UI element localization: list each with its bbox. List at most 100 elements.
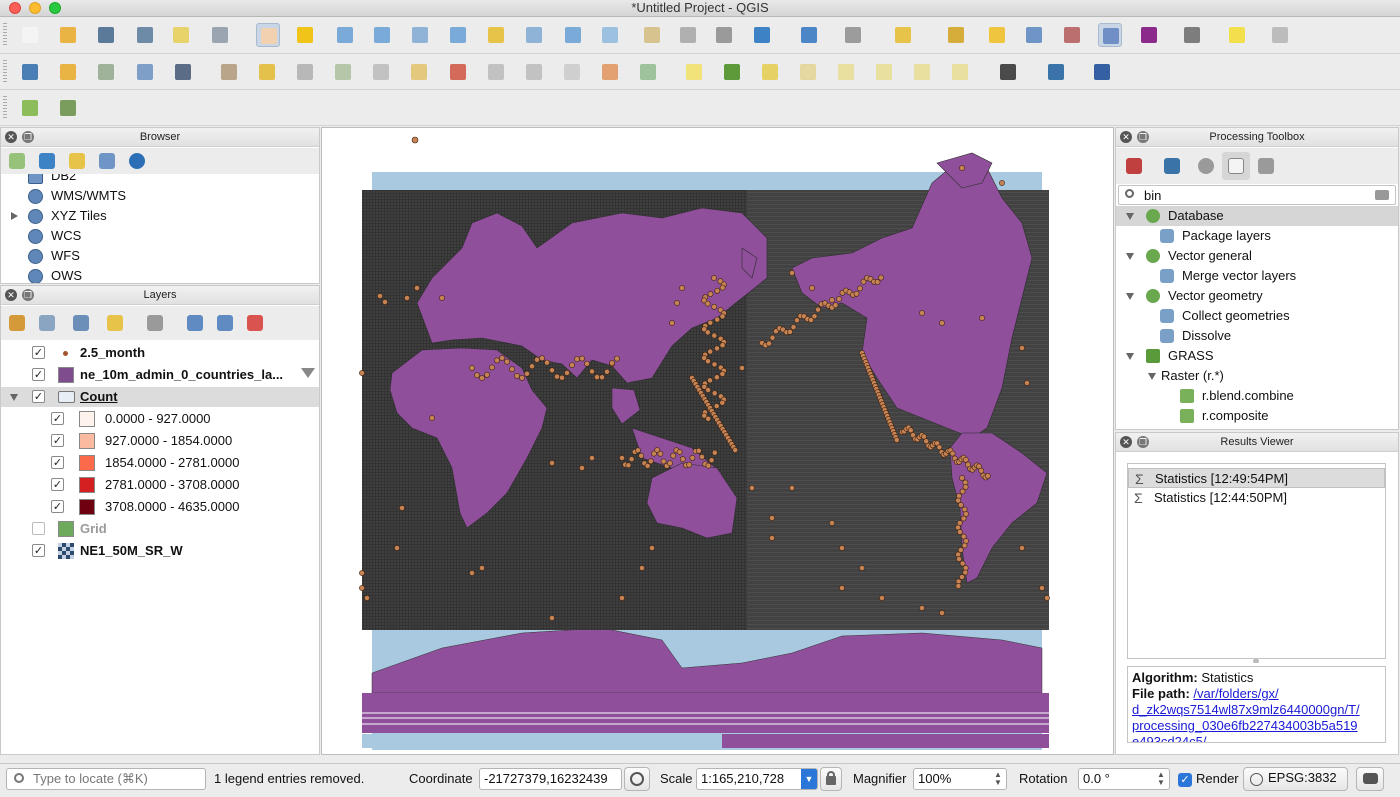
change-label-icon[interactable] (948, 60, 972, 84)
add-selected-layers-icon[interactable] (9, 153, 25, 169)
browser-item[interactable]: WMS/WMTS (1, 186, 319, 206)
toggle-extent-button[interactable] (624, 767, 650, 791)
processing-tree-item[interactable]: Package layers (1116, 226, 1398, 246)
close-panel-icon[interactable]: ✕ (5, 131, 17, 143)
identify-icon[interactable] (797, 23, 821, 47)
processing-tree-item[interactable]: r.composite (1116, 406, 1398, 426)
move-feature-icon[interactable] (369, 60, 393, 84)
add-group-icon[interactable] (39, 315, 55, 331)
move-label-icon[interactable] (872, 60, 896, 84)
redo-icon[interactable] (636, 60, 660, 84)
python-scripts-icon[interactable] (1164, 158, 1180, 174)
rotation-spinbox[interactable]: 0.0 ° ▲ ▼ (1078, 768, 1170, 790)
layer-visibility-checkbox[interactable]: ✓ (32, 346, 45, 359)
zoom-out-icon[interactable] (370, 23, 394, 47)
open-layer-styling-icon[interactable] (9, 315, 25, 331)
map-render[interactable] (322, 128, 1115, 756)
collapse-all-icon[interactable] (217, 315, 233, 331)
splitter-handle[interactable] (1253, 659, 1259, 663)
toggle-editing-icon[interactable] (255, 60, 279, 84)
map-tips-icon[interactable] (1225, 23, 1249, 47)
show-bookmarks-icon[interactable] (676, 23, 700, 47)
zoom-full-icon[interactable] (446, 23, 470, 47)
pan-map-icon[interactable] (256, 23, 280, 47)
vertex-tool-icon[interactable] (171, 60, 195, 84)
layer-visibility-checkbox[interactable] (32, 522, 45, 535)
close-panel-icon[interactable]: ✕ (1120, 436, 1132, 448)
highlight-labels-icon[interactable] (834, 60, 858, 84)
layer-item-earthquakes[interactable]: ✓ 2.5_month (1, 343, 319, 363)
close-window-icon[interactable] (9, 2, 21, 14)
history-icon[interactable] (1198, 158, 1214, 174)
statistics-icon[interactable] (1137, 23, 1161, 47)
count-class-item[interactable]: ✓ 3708.0000 - 4635.0000 (1, 497, 319, 517)
new-bookmark-icon[interactable] (640, 23, 664, 47)
show-map-tips-icon[interactable] (712, 23, 736, 47)
expand-all-icon[interactable] (187, 315, 203, 331)
magnifier-spinbox[interactable]: 100% ▲ ▼ (913, 768, 1007, 790)
select-features-icon[interactable] (891, 23, 915, 47)
close-panel-icon[interactable]: ✕ (1120, 131, 1132, 143)
deselect-icon[interactable] (985, 23, 1009, 47)
expand-arrow-icon[interactable] (10, 394, 18, 401)
float-panel-icon[interactable]: ❐ (22, 289, 34, 301)
plugin-manager-icon[interactable] (18, 96, 42, 120)
new-project-icon[interactable] (18, 23, 42, 47)
open-project-icon[interactable] (56, 23, 80, 47)
processing-tree-item[interactable]: Database (1116, 206, 1398, 226)
python-console-icon[interactable] (1044, 60, 1068, 84)
spin-arrows-icon[interactable]: ▲ ▼ (994, 771, 1004, 787)
copy-features-icon[interactable] (522, 60, 546, 84)
layer-item-grid[interactable]: Grid (1, 519, 319, 539)
plugin-globe-icon[interactable] (996, 60, 1020, 84)
browser-item[interactable]: XYZ Tiles (1, 206, 319, 226)
rotate-label-icon[interactable] (910, 60, 934, 84)
options-icon[interactable] (1258, 158, 1274, 174)
spin-arrows-icon[interactable]: ▲ ▼ (1157, 771, 1167, 787)
new-vertex-icon[interactable] (94, 60, 118, 84)
filepath-link[interactable]: e493cd24c5/ (1132, 734, 1206, 742)
count-class-item[interactable]: ✓ 0.0000 - 927.0000 (1, 409, 319, 429)
zoom-to-selection-icon[interactable] (484, 23, 508, 47)
layer-edit-icon[interactable] (56, 60, 80, 84)
browser-item[interactable]: DB2 (1, 174, 319, 186)
label-icon[interactable] (682, 60, 706, 84)
class-visibility-checkbox[interactable]: ✓ (51, 456, 64, 469)
coordinate-field[interactable]: -21727379,16232439 (479, 768, 622, 790)
new-print-layout-icon[interactable] (169, 23, 193, 47)
clear-search-icon[interactable] (1375, 190, 1389, 200)
help-icon[interactable] (1090, 60, 1114, 84)
text-annotation-icon[interactable] (1268, 23, 1292, 47)
digitize-icon[interactable] (18, 60, 42, 84)
current-edits-icon[interactable] (217, 60, 241, 84)
processing-toolbox-icon[interactable] (1098, 23, 1122, 47)
filepath-link[interactable]: d_zk2wqs7514wl87x9mlz6440000gn/T/ (1132, 702, 1360, 717)
expand-arrow-icon[interactable] (1148, 373, 1156, 380)
class-visibility-checkbox[interactable]: ✓ (51, 434, 64, 447)
show-pinned-labels-icon[interactable] (796, 60, 820, 84)
measure-line-icon[interactable] (1180, 23, 1204, 47)
manage-visibility-icon[interactable] (73, 315, 89, 331)
browser-item[interactable]: OWS (1, 266, 319, 283)
browser-item[interactable]: WFS (1, 246, 319, 266)
collapse-all-icon[interactable] (99, 153, 115, 169)
processing-tree-item[interactable]: Vector general (1116, 246, 1398, 266)
plugin-tool-icon[interactable] (56, 96, 80, 120)
processing-tree-item[interactable]: Raster (r.*) (1116, 366, 1398, 386)
scale-combobox[interactable]: 1:165,210,728 ▼ (696, 768, 818, 790)
add-polygon-icon[interactable] (331, 60, 355, 84)
node-tool-icon[interactable] (407, 60, 431, 84)
models-icon[interactable] (1126, 158, 1142, 174)
filepath-link[interactable]: processing_030e6fb227434003b5a519 (1132, 718, 1358, 733)
measure-icon[interactable] (841, 23, 865, 47)
pan-to-selection-icon[interactable] (293, 23, 317, 47)
layer-item-count[interactable]: ✓ Count (1, 387, 319, 407)
float-panel-icon[interactable]: ❐ (22, 131, 34, 143)
map-canvas[interactable] (321, 127, 1114, 755)
layer-item-countries[interactable]: ✓ ne_10m_admin_0_countries_la... (1, 365, 319, 385)
label-color-icon[interactable] (720, 60, 744, 84)
refresh-icon[interactable] (39, 153, 55, 169)
filter-indicator-icon[interactable] (301, 368, 315, 378)
dropdown-arrow-icon[interactable]: ▼ (801, 769, 817, 789)
add-feature-icon[interactable] (133, 60, 157, 84)
